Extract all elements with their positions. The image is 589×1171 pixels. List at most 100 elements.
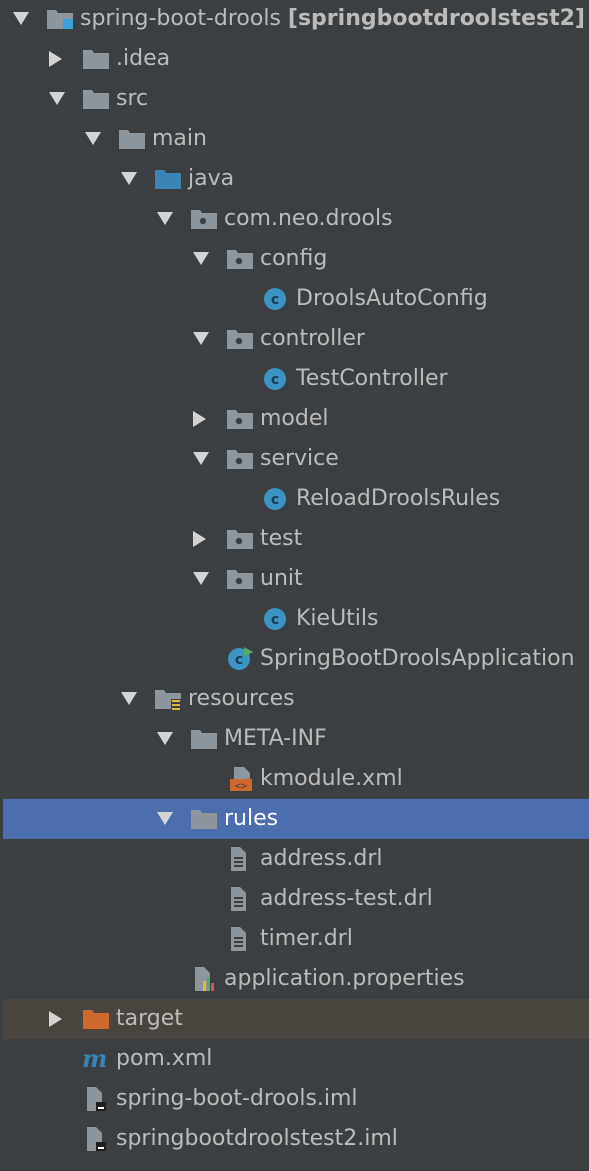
tree-node[interactable]: META-INF xyxy=(3,719,589,759)
tree-node[interactable]: config xyxy=(3,239,589,279)
chevron-down-icon[interactable] xyxy=(193,332,209,345)
chevron-down-icon[interactable] xyxy=(193,572,209,585)
tree-node[interactable]: address-test.drl xyxy=(3,879,589,919)
tree-node-name: test xyxy=(260,526,303,551)
tree-node[interactable]: spring-boot-drools [springbootdroolstest… xyxy=(3,0,589,39)
tree-node-label: ReloadDroolsRules xyxy=(296,485,500,513)
tree-node[interactable]: c SpringBootDroolsApplication xyxy=(3,639,589,679)
class-icon: c xyxy=(262,487,290,511)
tree-node-name: service xyxy=(260,446,339,471)
chevron-down-icon[interactable] xyxy=(121,172,137,185)
tree-node-label: META-INF xyxy=(224,725,327,753)
text-file-icon xyxy=(226,927,254,951)
maven-icon: m xyxy=(82,1044,110,1073)
tree-node[interactable]: .idea xyxy=(3,39,589,79)
tree-node-label: address.drl xyxy=(260,845,383,873)
svg-text:<>: <> xyxy=(235,781,247,791)
module-folder-icon xyxy=(46,7,74,31)
svg-text:c: c xyxy=(271,372,279,388)
tree-node[interactable]: application.properties xyxy=(3,959,589,999)
package-icon xyxy=(226,447,254,471)
chevron-down-icon[interactable] xyxy=(85,132,101,145)
svg-text:c: c xyxy=(235,652,243,668)
chevron-down-icon[interactable] xyxy=(193,452,209,465)
chevron-down-icon[interactable] xyxy=(49,92,65,105)
tree-node[interactable]: timer.drl xyxy=(3,919,589,959)
tree-node[interactable]: springbootdroolstest2.iml xyxy=(3,1119,589,1159)
tree-node[interactable]: main xyxy=(3,119,589,159)
package-icon xyxy=(226,407,254,431)
tree-node[interactable]: address.drl xyxy=(3,839,589,879)
tree-node-label: spring-boot-drools.iml xyxy=(116,1085,358,1113)
chevron-right-icon[interactable] xyxy=(49,51,62,67)
tree-node-label: SpringBootDroolsApplication xyxy=(260,645,575,673)
tree-node-name: pom.xml xyxy=(116,1046,213,1071)
folder-icon xyxy=(190,727,218,751)
tree-node[interactable]: m pom.xml xyxy=(3,1039,589,1079)
tree-node[interactable]: c ReloadDroolsRules xyxy=(3,479,589,519)
tree-node[interactable]: <> kmodule.xml xyxy=(3,759,589,799)
tree-node[interactable]: c DroolsAutoConfig xyxy=(3,279,589,319)
tree-node[interactable]: model xyxy=(3,399,589,439)
tree-node-label: main xyxy=(152,125,207,153)
tree-node[interactable]: src xyxy=(3,79,589,119)
chevron-down-icon[interactable] xyxy=(157,732,173,745)
folder-icon xyxy=(118,127,146,151)
text-file-icon xyxy=(226,887,254,911)
tree-node-label: rules xyxy=(224,805,278,833)
package-icon xyxy=(226,567,254,591)
tree-node-name: main xyxy=(152,126,207,151)
tree-node[interactable]: java xyxy=(3,159,589,199)
tree-node-name: DroolsAutoConfig xyxy=(296,286,488,311)
tree-node-label: .idea xyxy=(116,45,170,73)
tree-node-label: target xyxy=(116,1005,183,1033)
tree-node-name: spring-boot-drools.iml xyxy=(116,1086,358,1111)
iml-file-icon xyxy=(82,1087,110,1111)
tree-node-label: controller xyxy=(260,325,365,353)
class-icon: c xyxy=(262,367,290,391)
tree-node[interactable]: c TestController xyxy=(3,359,589,399)
svg-text:m: m xyxy=(82,1047,107,1071)
tree-node-label: KieUtils xyxy=(296,605,379,633)
tree-node[interactable]: rules xyxy=(3,799,589,839)
runnable-class-icon: c xyxy=(226,647,254,671)
chevron-down-icon[interactable] xyxy=(157,212,173,225)
tree-node-name: unit xyxy=(260,566,303,591)
chevron-right-icon[interactable] xyxy=(193,411,206,427)
xml-file-icon: <> xyxy=(226,767,254,792)
excluded-folder-icon xyxy=(82,1007,110,1031)
chevron-down-icon[interactable] xyxy=(157,812,173,825)
tree-node-label: service xyxy=(260,445,339,473)
tree-node[interactable]: spring-boot-drools.iml xyxy=(3,1079,589,1119)
chevron-right-icon[interactable] xyxy=(193,531,206,547)
tree-node[interactable]: unit xyxy=(3,559,589,599)
tree-node-name: timer.drl xyxy=(260,926,353,951)
tree-node-label: springbootdroolstest2.iml xyxy=(116,1125,398,1153)
tree-node[interactable]: controller xyxy=(3,319,589,359)
class-icon: c xyxy=(262,287,290,311)
chevron-down-icon[interactable] xyxy=(121,692,137,705)
tree-node[interactable]: service xyxy=(3,439,589,479)
tree-node-label: kmodule.xml xyxy=(260,765,403,793)
chevron-down-icon[interactable] xyxy=(13,12,29,25)
chevron-down-icon[interactable] xyxy=(193,252,209,265)
folder-icon xyxy=(82,47,110,71)
tree-node-name: SpringBootDroolsApplication xyxy=(260,646,575,671)
tree-node[interactable]: target xyxy=(3,999,589,1039)
tree-node[interactable]: test xyxy=(3,519,589,559)
svg-text:c: c xyxy=(271,612,279,628)
tree-node[interactable]: com.neo.drools xyxy=(3,199,589,239)
tree-node-name: KieUtils xyxy=(296,606,379,631)
tree-node-name: TestController xyxy=(296,366,448,391)
tree-node-name: rules xyxy=(224,806,279,831)
tree-node[interactable]: resources xyxy=(3,679,589,719)
package-icon xyxy=(190,207,218,231)
tree-node-label: spring-boot-drools [springbootdroolstest… xyxy=(80,5,585,33)
tree-node[interactable]: c KieUtils xyxy=(3,599,589,639)
tree-node-name: kmodule.xml xyxy=(260,766,403,791)
tree-node-label: timer.drl xyxy=(260,925,353,953)
class-icon: c xyxy=(262,607,290,631)
tree-node-label: application.properties xyxy=(224,965,465,993)
tree-node-label: model xyxy=(260,405,329,433)
chevron-right-icon[interactable] xyxy=(49,1011,62,1027)
